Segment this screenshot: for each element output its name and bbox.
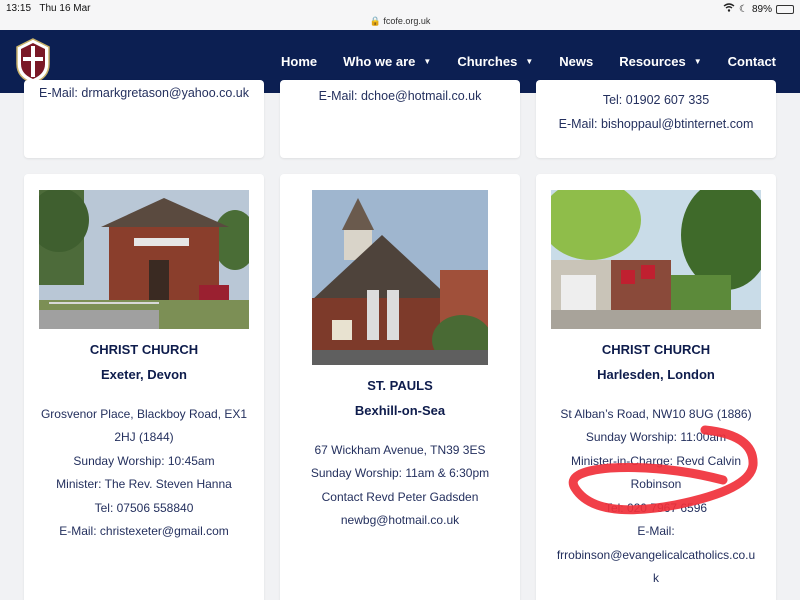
nav-churches[interactable]: Churches ▼ xyxy=(457,54,533,69)
church-photo-bexhill xyxy=(312,190,488,365)
status-bar: 13:15 Thu 16 Mar 🔒 fcofe.org.uk ☾ 89% xyxy=(0,0,800,30)
church-card-exeter: CHRIST CHURCH Exeter, Devon Grosvenor Pl… xyxy=(24,174,264,600)
church-email[interactable]: k xyxy=(536,567,776,591)
wifi-icon xyxy=(723,3,735,15)
battery-icon xyxy=(776,4,794,14)
chevron-down-icon: ▼ xyxy=(693,57,702,66)
church-worship-time: Sunday Worship: 11am & 6:30pm xyxy=(310,466,490,480)
church-address: St Alban’s Road, NW10 8UG (1886) xyxy=(560,407,752,421)
church-address: Grosvenor Place, Blackboy Road, EX1 xyxy=(40,407,248,421)
church-name: ST. PAULS xyxy=(367,378,433,393)
church-email-label: E-Mail: xyxy=(637,524,675,538)
church-worship-time: Sunday Worship: 10:45am xyxy=(73,454,215,468)
card-email[interactable]: E-Mail: drmarkgretason@yahoo.co.uk xyxy=(24,82,264,106)
card-email[interactable]: E-Mail: dchoe@hotmail.co.uk xyxy=(280,85,520,109)
chevron-down-icon: ▼ xyxy=(423,57,432,66)
church-address: 67 Wickham Avenue, TN39 3ES xyxy=(314,443,486,457)
church-name: CHRIST CHURCH xyxy=(89,342,199,357)
nav-home[interactable]: Home xyxy=(281,54,317,69)
church-photo-exeter xyxy=(39,190,249,329)
status-icons: ☾ 89% xyxy=(723,3,794,15)
church-email[interactable]: E-Mail: christexeter@gmail.com xyxy=(24,520,264,544)
church-tel[interactable]: Tel: 020 7967 6596 xyxy=(536,497,776,521)
church-email[interactable]: newbg@hotmail.co.uk xyxy=(280,509,520,533)
church-location: Harlesden, London xyxy=(597,367,715,382)
church-card-top-3: Tel: 01902 607 335 E-Mail: bishoppaul@bt… xyxy=(536,80,776,158)
nav-who-we-are[interactable]: Who we are ▼ xyxy=(343,54,431,69)
card-email[interactable]: E-Mail: bishoppaul@btinternet.com xyxy=(536,113,776,137)
church-address: 2HJ (1844) xyxy=(114,430,174,444)
church-name: CHRIST CHURCH xyxy=(601,342,711,357)
church-contact: Contact Revd Peter Gadsden xyxy=(321,490,479,504)
church-minister: Minister: The Rev. Steven Hanna xyxy=(56,477,232,491)
church-tel[interactable]: Tel: 07506 558840 xyxy=(24,497,264,521)
nav-news[interactable]: News xyxy=(559,54,593,69)
church-photo-harlesden xyxy=(551,190,761,329)
church-card-harlesden: CHRIST CHURCH Harlesden, London St Alban… xyxy=(536,174,776,600)
church-location: Exeter, Devon xyxy=(101,367,187,382)
battery-percent: 89% xyxy=(751,3,772,15)
church-location: Bexhill-on-Sea xyxy=(354,403,446,418)
church-minister: Robinson xyxy=(630,477,682,491)
church-crest-logo[interactable] xyxy=(15,38,51,84)
card-tel: Tel: 01902 607 335 xyxy=(602,93,710,107)
church-email[interactable]: frrobinson@evangelicalcatholics.co.u xyxy=(536,544,776,568)
church-card-bexhill: ST. PAULS Bexhill-on-Sea 67 Wickham Aven… xyxy=(280,174,520,600)
status-time: 13:15 Thu 16 Mar xyxy=(6,3,91,14)
chevron-down-icon: ▼ xyxy=(525,57,534,66)
church-card-top-1: E-Mail: drmarkgretason@yahoo.co.uk xyxy=(24,80,264,158)
nav-resources[interactable]: Resources ▼ xyxy=(619,54,701,69)
church-card-top-2: E-Mail: dchoe@hotmail.co.uk xyxy=(280,80,520,158)
church-minister: Minister-in-Charge: Revd Calvin xyxy=(570,454,742,468)
lock-icon: 🔒 xyxy=(369,16,381,26)
url-text: fcofe.org.uk xyxy=(383,16,431,26)
nav-contact[interactable]: Contact xyxy=(728,54,776,69)
address-bar[interactable]: 🔒 fcofe.org.uk xyxy=(0,16,800,27)
church-worship-time: Sunday Worship: 11:00am xyxy=(585,430,727,444)
moon-icon: ☾ xyxy=(739,3,748,15)
